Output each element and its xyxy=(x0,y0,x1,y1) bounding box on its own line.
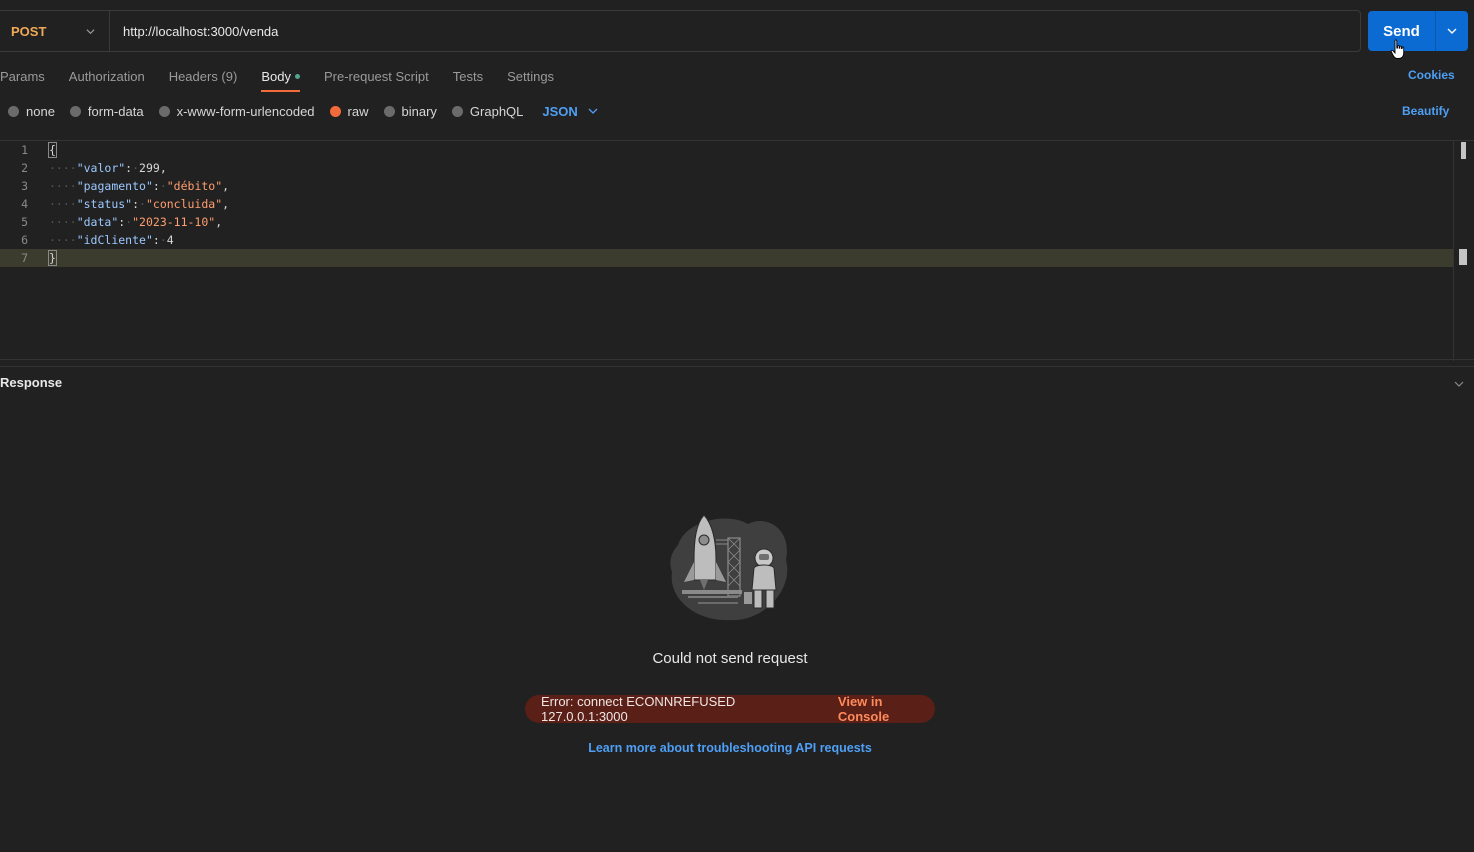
option-label: form-data xyxy=(87,103,144,119)
line-number: 6 xyxy=(21,233,28,247)
text-cursor-marker xyxy=(1459,249,1467,265)
line-number: 4 xyxy=(21,197,28,211)
method-select[interactable]: POST xyxy=(0,11,110,51)
option-label: GraphQL xyxy=(469,103,524,119)
body-format-label: JSON xyxy=(542,103,578,119)
modified-indicator-dot xyxy=(294,74,300,79)
tab-label: Params xyxy=(0,68,45,84)
option-label: binary xyxy=(401,103,437,119)
close-brace: } xyxy=(48,250,57,266)
view-in-console-link[interactable]: View in Console xyxy=(838,694,935,724)
body-option-none[interactable]: none xyxy=(8,104,55,119)
url-input[interactable]: http://localhost:3000/venda xyxy=(110,24,278,39)
tab-label: Authorization xyxy=(68,68,145,84)
send-button-group: Send xyxy=(1368,11,1468,51)
json-key: "valor" xyxy=(76,161,126,175)
tab-label: Settings xyxy=(507,68,555,84)
json-key: "status" xyxy=(76,197,133,211)
radio-icon xyxy=(451,105,463,117)
json-comma: , xyxy=(215,215,223,229)
method-label: POST xyxy=(11,23,47,39)
json-value: 299 xyxy=(139,161,160,175)
line-number: 3 xyxy=(21,179,28,193)
line-number: 1 xyxy=(21,143,28,157)
beautify-button[interactable]: Beautify xyxy=(1402,104,1449,118)
radio-selected-icon xyxy=(329,105,341,117)
radio-icon xyxy=(158,105,170,117)
option-label: x-www-form-urlencoded xyxy=(176,103,315,119)
editor-line: 2 ····"valor":·299, xyxy=(0,159,1454,177)
radio-icon xyxy=(69,105,81,117)
editor-line: 5 ····"data":·"2023-11-10", xyxy=(0,213,1454,231)
error-message: Error: connect ECONNREFUSED 127.0.0.1:30… xyxy=(541,694,736,724)
hand-pointer-cursor-icon xyxy=(1390,39,1405,59)
json-key: "idCliente" xyxy=(76,233,153,247)
json-comma: , xyxy=(222,179,230,193)
editor-line: 4 ····"status":·"concluida", xyxy=(0,195,1454,213)
tab-tests[interactable]: Tests xyxy=(453,62,483,90)
tab-label: Pre-request Script xyxy=(323,68,429,84)
body-option-raw[interactable]: raw xyxy=(329,103,369,119)
error-title: Could not send request xyxy=(652,650,808,667)
radio-icon xyxy=(8,105,19,117)
editor-line-current: 7 } xyxy=(0,249,1454,267)
tab-label: Body xyxy=(261,68,291,84)
chevron-down-icon xyxy=(588,108,598,114)
cookies-link[interactable]: Cookies xyxy=(1408,68,1455,82)
request-tabs: Params Authorization Headers (9) Body Pr… xyxy=(0,62,578,92)
open-brace: { xyxy=(48,142,57,158)
response-title: Response xyxy=(0,375,63,390)
line-number: 5 xyxy=(21,215,28,229)
radio-icon xyxy=(383,105,395,117)
json-comma: , xyxy=(159,161,167,175)
tab-pre-request-script[interactable]: Pre-request Script xyxy=(324,62,429,90)
body-option-graphql[interactable]: GraphQL xyxy=(451,103,524,119)
troubleshooting-link[interactable]: Learn more about troubleshooting API req… xyxy=(0,741,1460,755)
body-code-editor[interactable]: 1 { 2 ····"valor":·299, 3 ····"pagamento… xyxy=(0,140,1474,361)
error-banner: Error: connect ECONNREFUSED 127.0.0.1:30… xyxy=(525,694,935,724)
body-format-select[interactable]: JSON xyxy=(542,103,598,119)
tab-label: Tests xyxy=(452,68,484,84)
body-option-form-data[interactable]: form-data xyxy=(69,103,144,119)
option-label: raw xyxy=(347,103,369,119)
tab-settings[interactable]: Settings xyxy=(507,62,554,90)
option-label: none xyxy=(26,103,55,119)
editor-line: 6 ····"idCliente":·4 xyxy=(0,231,1454,249)
editor-line: 1 { xyxy=(0,141,1454,159)
chevron-down-icon xyxy=(86,28,95,34)
editor-scrollbar[interactable] xyxy=(1453,141,1474,361)
line-number: 7 xyxy=(21,251,28,265)
tab-body[interactable]: Body xyxy=(261,62,300,92)
editor-line: 3 ····"pagamento":·"débito", xyxy=(0,177,1454,195)
json-value: "débito" xyxy=(166,179,223,193)
json-key: "data" xyxy=(76,215,119,229)
chevron-down-icon[interactable] xyxy=(1454,379,1464,389)
json-value: 4 xyxy=(166,233,174,247)
line-number: 2 xyxy=(21,161,28,175)
json-value: "2023-11-10" xyxy=(132,215,216,229)
rocket-astronaut-illustration-icon xyxy=(670,514,788,621)
request-url-bar: POST http://localhost:3000/venda xyxy=(0,10,1361,52)
response-header[interactable]: Response xyxy=(0,366,1474,398)
tab-label: Headers (9) xyxy=(168,68,238,84)
body-option-binary[interactable]: binary xyxy=(383,103,437,119)
body-type-options: none form-data x-www-form-urlencoded raw… xyxy=(8,101,598,121)
json-key: "pagamento" xyxy=(76,179,153,193)
tab-headers[interactable]: Headers (9) xyxy=(169,62,238,90)
send-options-button[interactable] xyxy=(1435,11,1468,51)
json-comma: , xyxy=(222,197,230,211)
tab-params[interactable]: Params xyxy=(0,62,45,90)
body-option-urlencoded[interactable]: x-www-form-urlencoded xyxy=(158,103,315,119)
json-value: "concluida" xyxy=(145,197,223,211)
tab-authorization[interactable]: Authorization xyxy=(69,62,145,90)
chevron-down-icon xyxy=(1447,28,1457,34)
scrollbar-thumb[interactable] xyxy=(1461,142,1466,159)
